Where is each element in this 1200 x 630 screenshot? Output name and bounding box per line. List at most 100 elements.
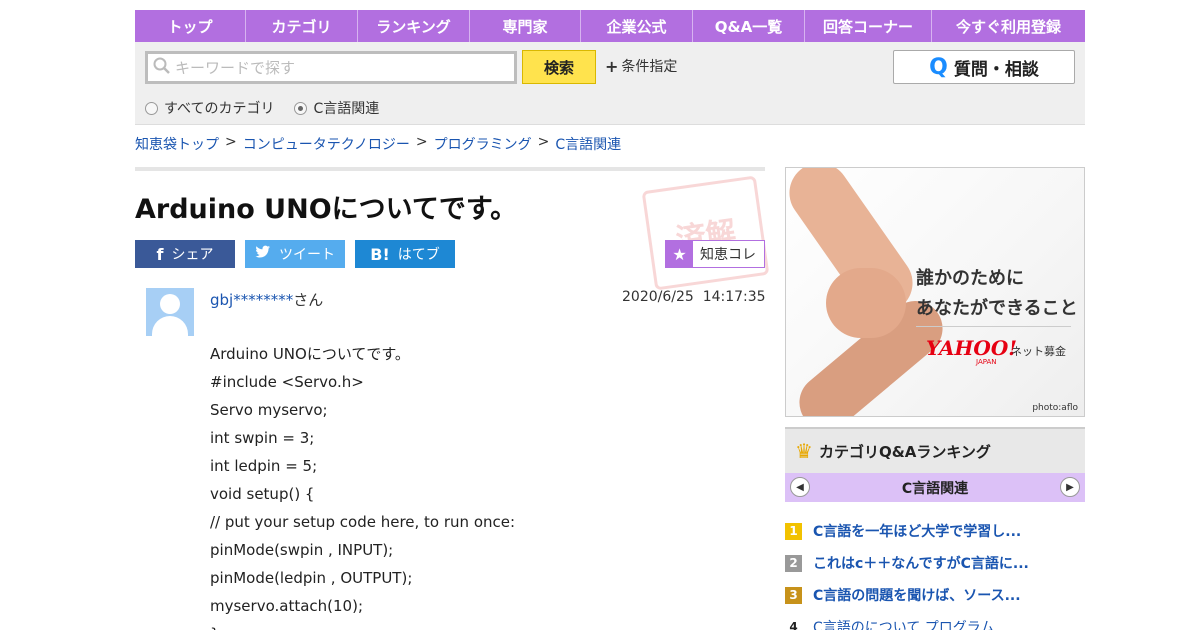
question-body-line: Servo myservo; (210, 401, 328, 419)
share-twitter-button[interactable]: ツイート (245, 240, 345, 268)
prev-category-arrow-icon[interactable]: ◀ (790, 477, 810, 497)
nav-expert[interactable]: 専門家 (470, 10, 581, 42)
breadcrumb-programming[interactable]: プログラミング (434, 134, 532, 154)
facebook-icon: f (156, 244, 164, 264)
ranking-item[interactable]: 1 C言語を一年ほど大学で学習し... (785, 515, 1085, 547)
rank-number: 4 (789, 620, 798, 630)
scope-all-radio[interactable]: すべてのカテゴリ (145, 98, 274, 118)
yahoo-logo: YAHOO! (926, 336, 1018, 360)
nav-official[interactable]: 企業公式 (581, 10, 693, 42)
scope-all-label: すべてのカテゴリ (164, 101, 275, 117)
breadcrumb-top[interactable]: 知恵袋トップ (135, 134, 219, 154)
ranking-item-title[interactable]: C言語を一年ほど大学で学習し... (813, 521, 1021, 541)
charity-ad-banner[interactable]: 誰かのために あなたができること YAHOO! JAPAN ネット募金 phot… (785, 167, 1085, 417)
next-category-arrow-icon[interactable]: ▶ (1060, 477, 1080, 497)
nav-category[interactable]: カテゴリ (246, 10, 358, 42)
breadcrumb-c-language[interactable]: C言語関連 (555, 134, 621, 154)
search-button[interactable]: 検索 (522, 50, 596, 84)
ranking-list: 1 C言語を一年ほど大学で学習し... 2 これはc＋＋なんですがC言語に...… (785, 515, 1085, 630)
ad-handshake-image (826, 268, 906, 338)
avatar-head (160, 294, 180, 314)
ranking-item[interactable]: 4 C言語のについて プログラム... (785, 611, 1085, 630)
ranking-item-title[interactable]: これはc＋＋なんですがC言語に... (813, 553, 1029, 573)
nav-answer-corner[interactable]: 回答コーナー (805, 10, 932, 42)
share-hatena-label: はてブ (397, 247, 440, 263)
search-box (145, 51, 517, 84)
global-nav: トップ カテゴリ ランキング 専門家 企業公式 Q&A一覧 回答コーナー 今すぐ… (135, 10, 1085, 42)
breadcrumb-separator: > (225, 134, 237, 150)
twitter-bird-icon (255, 245, 271, 263)
ad-headline-2: あなたができること (916, 298, 1078, 319)
share-facebook-label: シェア (171, 247, 214, 263)
question-title: Arduino UNOについてです。 (135, 194, 518, 225)
star-icon: ★ (666, 241, 693, 267)
ranking-category-bar: ◀ C言語関連 ▶ (785, 473, 1085, 502)
questioner-suffix: さん (293, 291, 324, 309)
breadcrumb: 知恵袋トップ > コンピュータテクノロジー > プログラミング > C言語関連 (135, 134, 621, 154)
question-body-line: pinMode(swpin , INPUT); (210, 541, 394, 559)
breadcrumb-separator: > (415, 134, 428, 150)
search-input[interactable] (175, 58, 505, 77)
ad-headline-1: 誰かのために (916, 268, 1024, 289)
question-time: 14:17:35 (702, 289, 766, 305)
share-twitter-label: ツイート (279, 247, 335, 263)
radio-unchecked-icon (145, 101, 158, 115)
question-datetime: 2020/6/25 14:17:35 (622, 289, 766, 305)
hatena-bookmark-icon: B! (370, 244, 390, 264)
search-icon (153, 57, 171, 79)
crown-icon: ♛ (795, 439, 813, 463)
avatar-body (152, 316, 188, 336)
ask-question-button[interactable]: Q 質問・相談 (893, 50, 1075, 84)
user-avatar[interactable] (146, 288, 194, 336)
search-panel: 検索 + 条件指定 Q 質問・相談 すべてのカテゴリ C言語関連 (135, 42, 1085, 125)
question-body-line: pinMode(ledpin , OUTPUT); (210, 569, 413, 587)
scope-category-radio[interactable]: C言語関連 (294, 98, 379, 118)
ranking-item-title[interactable]: C言語のについて プログラム... (813, 617, 1008, 630)
nav-register[interactable]: 今すぐ利用登録 (932, 10, 1085, 42)
question-body-line: int swpin = 3; (210, 429, 315, 447)
search-scope: すべてのカテゴリ C言語関連 (145, 98, 379, 118)
title-divider (135, 167, 765, 171)
ask-question-label: 質問・相談 (953, 59, 1039, 80)
ad-service-name: ネット募金 (1011, 345, 1066, 358)
nav-top[interactable]: トップ (135, 10, 246, 42)
question-body-line: void setup() { (210, 485, 315, 503)
radio-checked-icon (294, 101, 308, 115)
breadcrumb-separator: > (537, 134, 550, 150)
question-body: Arduino UNOについてです。 #include <Servo.h> Se… (210, 340, 750, 630)
rank-silver-badge: 2 (785, 554, 802, 572)
nav-ranking[interactable]: ランキング (358, 10, 470, 42)
ad-divider (916, 326, 1071, 327)
question-date: 2020/6/25 (622, 289, 694, 305)
scope-category-label: C言語関連 (313, 101, 380, 117)
rank-gold-badge: 1 (785, 522, 802, 540)
share-facebook-button[interactable]: f シェア (135, 240, 235, 268)
ranking-header: ♛ カテゴリQ&Aランキング (785, 427, 1085, 473)
ranking-item[interactable]: 2 これはc＋＋なんですがC言語に... (785, 547, 1085, 579)
ranking-item-title[interactable]: C言語の問題を聞けば、ソース... (813, 585, 1021, 605)
ad-photo-credit: photo:aflo (1032, 403, 1078, 413)
question-body-line: int ledpin = 5; (210, 457, 318, 475)
ranking-title: カテゴリQ&Aランキング (818, 442, 991, 461)
question-body-line: // put your setup code here, to run once… (210, 513, 516, 531)
ranking-item[interactable]: 3 C言語の問題を聞けば、ソース... (785, 579, 1085, 611)
chiekore-button[interactable]: ★ 知恵コレ (665, 240, 765, 268)
share-hatena-button[interactable]: B! はてブ (355, 240, 455, 268)
nav-qa-list[interactable]: Q&A一覧 (693, 10, 805, 42)
questioner-id-link[interactable]: gbj******** (210, 291, 293, 309)
resolved-stamp: 済解 (641, 175, 770, 291)
conditions-toggle[interactable]: + 条件指定 (605, 56, 677, 76)
question-body-line: myservo.attach(10); (210, 597, 364, 615)
chiekore-label: 知恵コレ (700, 247, 756, 263)
question-body-line: } (210, 620, 750, 630)
breadcrumb-computer[interactable]: コンピュータテクノロジー (243, 134, 410, 154)
ranking-category: C言語関連 (901, 480, 969, 497)
plus-icon: + (605, 56, 619, 76)
conditions-label: 条件指定 (621, 59, 678, 75)
question-body-line: #include <Servo.h> (210, 373, 364, 391)
rank-bronze-badge: 3 (785, 586, 802, 604)
questioner: gbj********さん (210, 289, 323, 310)
question-q-icon: Q (929, 54, 948, 80)
question-body-line: Arduino UNOについてです。 (210, 345, 410, 363)
yahoo-logo-sub: JAPAN (976, 358, 997, 366)
